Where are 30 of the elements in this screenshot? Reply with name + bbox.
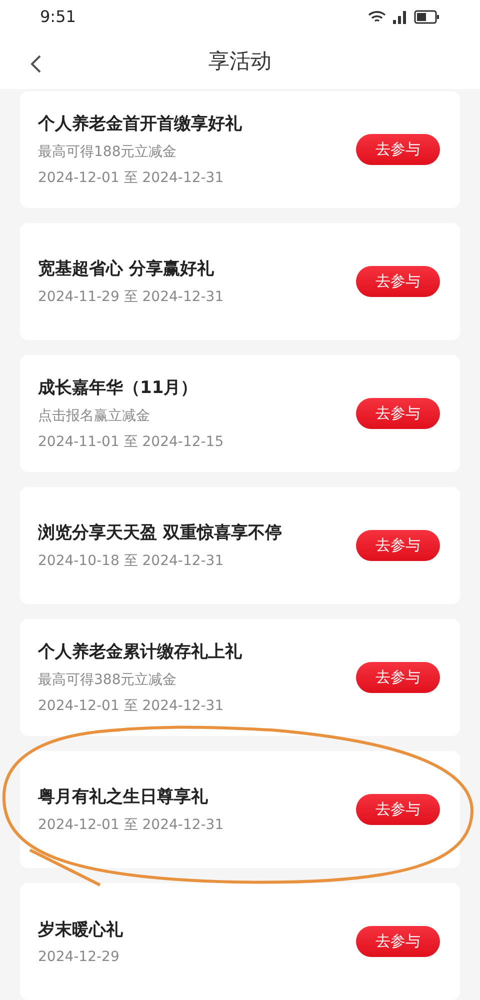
join-button[interactable]: 去参与: [356, 530, 440, 561]
status-time: 9:51: [40, 7, 76, 26]
activity-dates: 2024-11-29 至 2024-12-31: [38, 288, 224, 306]
activity-title: 个人养老金累计缴存礼上礼: [38, 641, 242, 663]
join-button[interactable]: 去参与: [356, 398, 440, 429]
activity-title: 粤月有礼之生日尊享礼: [38, 786, 209, 808]
activity-dates: 2024-12-29: [38, 949, 120, 965]
join-button[interactable]: 去参与: [356, 266, 440, 297]
activity-dates: 2024-12-01 至 2024-12-31: [38, 697, 225, 715]
join-button[interactable]: 去参与: [356, 662, 440, 693]
activity-title: 宽基超省心 分享赢好礼: [38, 258, 215, 280]
activity-subtitle: 点击报名赢立减金: [38, 407, 151, 425]
activity-dates: 2024-12-01 至 2024-12-31: [38, 816, 224, 834]
back-icon[interactable]: [30, 54, 42, 74]
activity-subtitle: 最高可得388元立减金: [38, 671, 178, 689]
page-title: 享活动: [208, 48, 272, 76]
activity-dates: 2024-12-01 至 2024-12-31: [38, 169, 225, 187]
activity-subtitle: 最高可得188元立减金: [38, 143, 178, 161]
join-button[interactable]: 去参与: [356, 134, 440, 165]
battery-icon: [414, 10, 440, 24]
wifi-icon: [368, 10, 386, 24]
activity-title: 个人养老金首开首缴享好礼: [38, 113, 242, 135]
activity-title: 岁末暖心礼: [38, 919, 123, 941]
join-button[interactable]: 去参与: [356, 794, 440, 825]
activity-title: 浏览分享天天盈 双重惊喜享不停: [38, 522, 282, 544]
activity-title: 成长嘉年华（11月）: [38, 377, 199, 399]
activity-dates: 2024-10-18 至 2024-12-31: [38, 552, 225, 570]
join-button[interactable]: 去参与: [356, 926, 440, 957]
signal-icon: [392, 10, 408, 24]
activity-dates: 2024-11-01 至 2024-12-15: [38, 433, 224, 451]
